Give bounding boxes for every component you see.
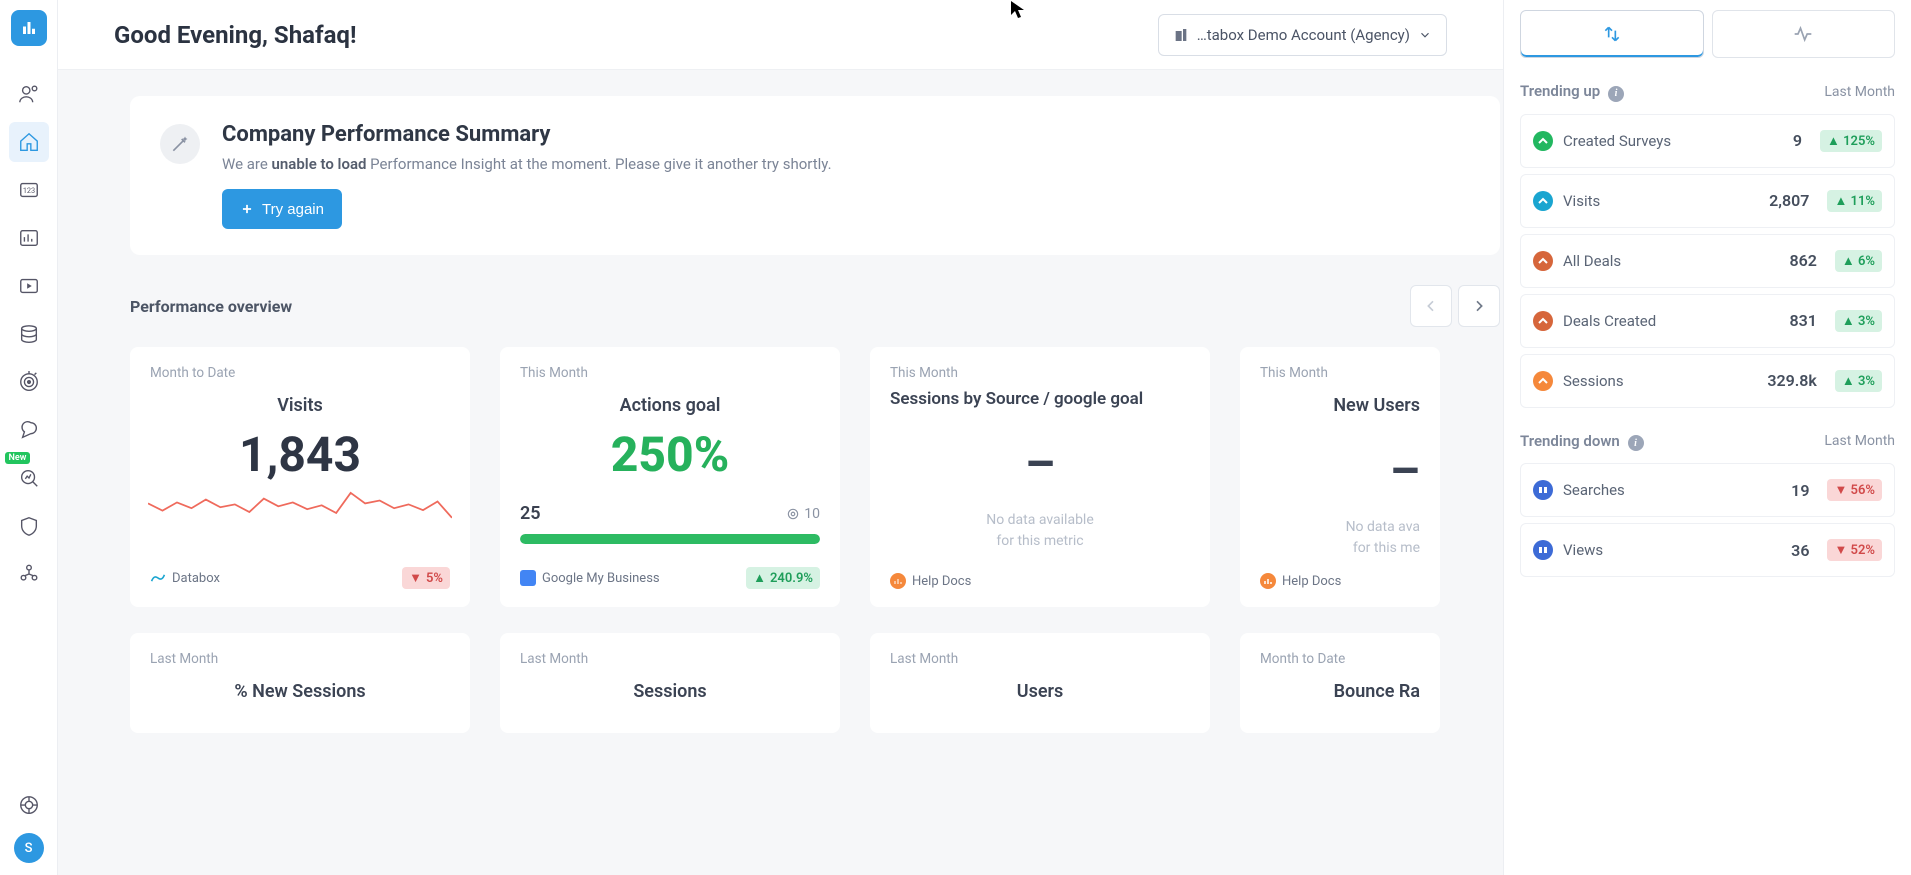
metric-card-sessions[interactable]: Last Month Sessions (500, 633, 840, 733)
new-badge: New (5, 452, 31, 464)
trend-name: Created Surveys (1563, 132, 1783, 150)
summary-text: We are unable to load Performance Insigh… (222, 155, 832, 173)
nav-dashboards-icon[interactable] (9, 218, 49, 258)
app-logo[interactable] (11, 10, 47, 46)
metric-card-sessions-source[interactable]: This Month Sessions by Source / google g… (870, 347, 1210, 607)
nav-help-icon[interactable] (9, 785, 49, 825)
chevron-down-icon (1418, 28, 1432, 42)
nav-alerts-icon[interactable] (9, 410, 49, 450)
user-avatar[interactable]: S (14, 833, 44, 863)
trend-name: Deals Created (1563, 312, 1779, 330)
trending-up-header: Trending up i Last Month (1520, 82, 1895, 102)
nav-metrics-icon[interactable]: 123 (9, 170, 49, 210)
delta-chip: ▼ 5% (402, 567, 450, 589)
metric-card-visits[interactable]: Month to Date Visits 1,843 Databox ▼ 5% (130, 347, 470, 607)
source-label: Help Docs (890, 573, 971, 589)
trend-delta: ▼ 56% (1827, 479, 1882, 501)
nav-data-icon[interactable] (9, 314, 49, 354)
source-label: Databox (150, 570, 220, 586)
nav-home-icon[interactable] (9, 122, 49, 162)
info-icon[interactable]: i (1608, 86, 1624, 102)
metric-card-users[interactable]: Last Month Users (870, 633, 1210, 733)
trend-name: Sessions (1563, 372, 1757, 390)
source-label: Google My Business (520, 570, 660, 586)
metric-card-new-users[interactable]: This Month New Users – No data avafor th… (1240, 347, 1440, 607)
trend-value: 862 (1789, 251, 1816, 270)
trend-delta: ▲ 3% (1835, 370, 1882, 392)
trend-row[interactable]: Visits 2,807 ▲ 11% (1520, 174, 1895, 228)
visits-sparkline (148, 489, 452, 537)
summary-card: Company Performance Summary We are unabl… (130, 96, 1500, 255)
trend-value: 36 (1791, 541, 1809, 560)
tab-activity[interactable] (1712, 10, 1896, 58)
trend-value: 831 (1789, 311, 1816, 330)
metric-card-new-sessions-pct[interactable]: Last Month % New Sessions (130, 633, 470, 733)
trending-down-header: Trending down i Last Month (1520, 432, 1895, 452)
nav-goals-icon[interactable] (9, 362, 49, 402)
trend-value: 2,807 (1769, 191, 1809, 210)
wand-icon (160, 124, 200, 164)
nav-team-icon[interactable] (9, 554, 49, 594)
source-dot-icon (1533, 480, 1553, 500)
trend-name: All Deals (1563, 252, 1779, 270)
source-dot-icon (1533, 311, 1553, 331)
source-dot-icon (1533, 540, 1553, 560)
trend-row[interactable]: Searches 19 ▼ 56% (1520, 463, 1895, 517)
account-switcher[interactable]: …tabox Demo Account (Agency) (1158, 14, 1447, 56)
trend-value: 9 (1793, 131, 1802, 150)
trend-delta: ▼ 52% (1827, 539, 1882, 561)
topbar: Good Evening, Shafaq! …tabox Demo Accoun… (58, 0, 1503, 70)
no-data-label: No data availablefor this metric (890, 510, 1190, 552)
trend-row[interactable]: Deals Created 831 ▲ 3% (1520, 294, 1895, 348)
trend-row[interactable]: Created Surveys 9 ▲ 125% (1520, 114, 1895, 168)
page-title: Good Evening, Shafaq! (114, 21, 1158, 49)
cursor-icon (1010, 0, 1026, 20)
source-dot-icon (1533, 131, 1553, 151)
right-panel: Trending up i Last Month Created Surveys… (1503, 0, 1911, 875)
goal-target: 10 (786, 506, 820, 522)
carousel-prev[interactable] (1410, 285, 1452, 327)
tab-trends[interactable] (1520, 10, 1704, 58)
left-rail: 123 New S (0, 0, 58, 875)
carousel-next[interactable] (1458, 285, 1500, 327)
nav-contacts-icon[interactable] (9, 74, 49, 114)
metric-card-actions-goal[interactable]: This Month Actions goal 250% 25 10 Googl… (500, 347, 840, 607)
trend-value: 329.8k (1767, 371, 1817, 390)
source-dot-icon (1533, 371, 1553, 391)
trend-delta: ▲ 3% (1835, 310, 1882, 332)
nav-insights-icon[interactable]: New (9, 458, 49, 498)
source-dot-icon (1533, 191, 1553, 211)
trend-row[interactable]: Sessions 329.8k ▲ 3% (1520, 354, 1895, 408)
no-data-label: No data avafor this me (1260, 517, 1420, 559)
svg-text:123: 123 (22, 186, 34, 195)
trend-value: 19 (1791, 481, 1809, 500)
trend-delta: ▲ 11% (1827, 190, 1882, 212)
nav-slides-icon[interactable] (9, 266, 49, 306)
overview-title: Performance overview (130, 297, 1410, 316)
trend-name: Visits (1563, 192, 1759, 210)
trend-name: Views (1563, 541, 1781, 559)
metric-row-2: Last Month % New Sessions Last Month Ses… (130, 633, 1503, 733)
summary-title: Company Performance Summary (222, 122, 832, 147)
trend-name: Searches (1563, 481, 1781, 499)
metric-row-1: Month to Date Visits 1,843 Databox ▼ 5% … (130, 347, 1503, 607)
progress-bar (520, 534, 820, 544)
nav-security-icon[interactable] (9, 506, 49, 546)
trend-delta: ▲ 6% (1835, 250, 1882, 272)
trend-row[interactable]: Views 36 ▼ 52% (1520, 523, 1895, 577)
try-again-button[interactable]: Try again (222, 189, 342, 229)
source-dot-icon (1533, 251, 1553, 271)
building-icon (1173, 27, 1189, 43)
account-label: …tabox Demo Account (Agency) (1197, 26, 1410, 44)
trend-row[interactable]: All Deals 862 ▲ 6% (1520, 234, 1895, 288)
info-icon[interactable]: i (1628, 435, 1644, 451)
metric-card-bounce-rate[interactable]: Month to Date Bounce Ra (1240, 633, 1440, 733)
trend-delta: ▲ 125% (1820, 130, 1882, 152)
source-label: Help Docs (1260, 573, 1341, 589)
main-content: Good Evening, Shafaq! …tabox Demo Accoun… (58, 0, 1503, 875)
delta-chip: ▲ 240.9% (746, 567, 820, 589)
